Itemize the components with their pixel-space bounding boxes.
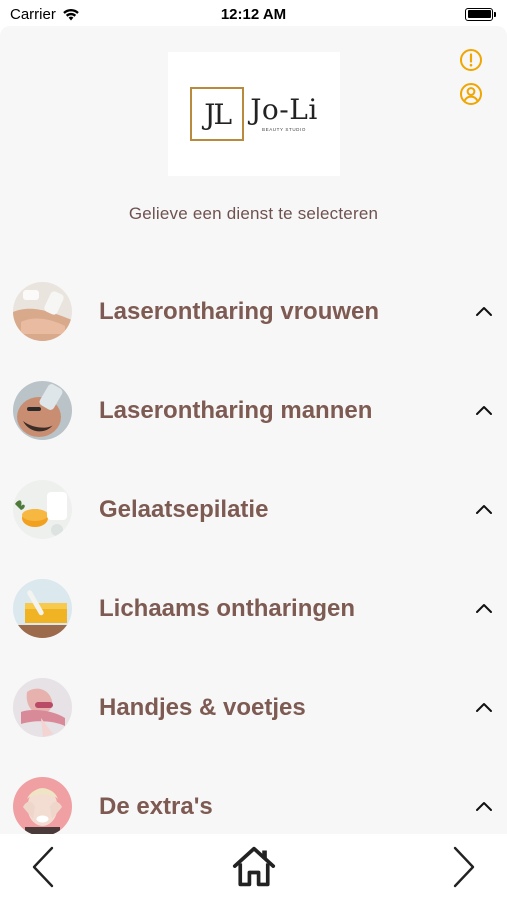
service-title: Lichaams ontharingen <box>99 594 356 622</box>
service-item-extras[interactable]: De extra's <box>0 757 507 834</box>
status-bar: Carrier 12:12 AM <box>0 0 507 28</box>
service-list: Laserontharing vrouwen Laserontharing ma… <box>0 262 507 834</box>
chevron-up-icon[interactable] <box>473 400 495 422</box>
page-subtitle: Gelieve een dienst te selecteren <box>128 204 379 223</box>
logo-tagline: BEAUTY STUDIO <box>262 127 306 132</box>
carrier-label: Carrier <box>10 5 56 23</box>
service-item-body-waxing[interactable]: Lichaams ontharingen <box>0 559 507 658</box>
service-title: Laserontharing mannen <box>99 396 373 424</box>
service-title: Gelaatsepilatie <box>99 495 269 523</box>
bottom-nav <box>0 834 507 900</box>
home-button[interactable] <box>232 842 276 892</box>
wifi-icon <box>63 8 79 20</box>
home-icon <box>232 846 275 887</box>
body-waxing-thumbnail <box>13 579 72 638</box>
service-item-laser-men[interactable]: Laserontharing mannen <box>0 361 507 460</box>
chevron-up-icon[interactable] <box>473 301 495 323</box>
logo-monogram: JL <box>190 87 245 141</box>
chevron-up-icon[interactable] <box>473 697 495 719</box>
service-title: Laserontharing vrouwen <box>99 297 380 325</box>
chevron-left-icon <box>32 846 54 888</box>
user-profile-icon[interactable] <box>459 82 483 106</box>
chevron-up-icon[interactable] <box>473 598 495 620</box>
logo-name: Jo-Li <box>250 93 318 126</box>
info-alert-icon[interactable] <box>459 48 483 72</box>
chevron-up-icon[interactable] <box>473 499 495 521</box>
service-item-hands-feet[interactable]: Handjes & voetjes <box>0 658 507 757</box>
face-epilation-thumbnail <box>13 480 72 539</box>
main-panel: JL Jo-Li BEAUTY STUDIO Gelieve een diens… <box>0 26 507 834</box>
laser-men-thumbnail <box>13 381 72 440</box>
battery-icon <box>465 7 496 21</box>
brand-logo: JL Jo-Li BEAUTY STUDIO <box>168 52 340 176</box>
service-item-face-epilation[interactable]: Gelaatsepilatie <box>0 460 507 559</box>
chevron-right-icon <box>453 846 475 888</box>
top-icons <box>459 48 483 106</box>
laser-women-thumbnail <box>13 282 72 341</box>
service-title: De extra's <box>99 792 213 820</box>
service-title: Handjes & voetjes <box>99 693 306 721</box>
hands-feet-thumbnail <box>13 678 72 737</box>
forward-button[interactable] <box>441 842 485 892</box>
back-button[interactable] <box>22 842 66 892</box>
service-item-laser-women[interactable]: Laserontharing vrouwen <box>0 262 507 361</box>
status-left: Carrier <box>10 6 80 23</box>
chevron-up-icon[interactable] <box>473 796 495 818</box>
extras-thumbnail <box>13 777 72 834</box>
